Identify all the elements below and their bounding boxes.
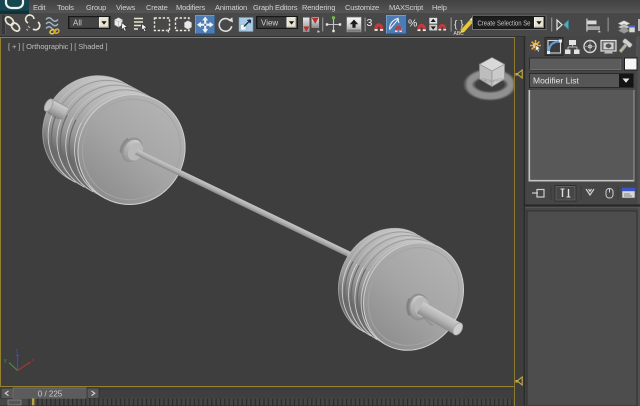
svg-text:View: View: [261, 19, 278, 28]
svg-text:z: z: [15, 349, 18, 355]
svg-text:All: All: [73, 19, 82, 28]
svg-text:0 / 225: 0 / 225: [38, 389, 63, 398]
svg-text:y: y: [4, 358, 7, 364]
svg-text:%: %: [408, 18, 417, 30]
svg-text:x: x: [32, 358, 35, 364]
svg-text:3: 3: [367, 17, 373, 29]
svg-text:ABC: ABC: [454, 31, 465, 36]
svg-text:Modifier List: Modifier List: [533, 76, 579, 86]
svg-text:Create Selection Se: Create Selection Se: [478, 19, 531, 28]
